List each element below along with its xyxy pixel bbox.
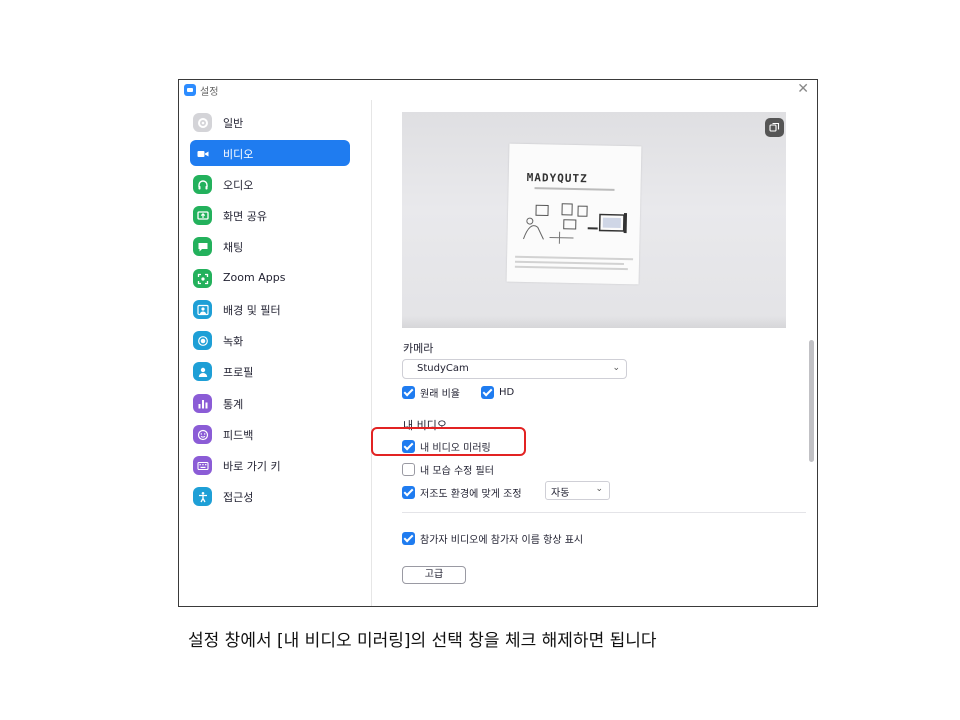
sidebar-item-label: Zoom Apps [223, 271, 286, 284]
sidebar-item-feedback[interactable]: 피드백 [190, 421, 350, 447]
profile-icon [193, 362, 212, 381]
sidebar-item-statistics[interactable]: 통계 [190, 390, 350, 416]
sidebar-item-label: 배경 및 필터 [223, 304, 281, 317]
paper-subtitle-line [534, 187, 615, 191]
sidebar-item-label: 바로 가기 키 [223, 460, 281, 473]
sidebar-item-accessibility[interactable]: 접근성 [190, 483, 350, 509]
hd-checkbox[interactable] [481, 386, 494, 399]
sidebar-item-label: 채팅 [223, 241, 244, 254]
zoom-app-icon [184, 84, 196, 96]
panel-scrollbar[interactable] [809, 340, 814, 462]
sidebar-item-label: 피드백 [223, 429, 254, 442]
sidebar-item-zoom-apps[interactable]: Zoom Apps [190, 265, 350, 291]
video-camera-icon [193, 144, 212, 163]
sidebar-item-label: 비디오 [223, 148, 254, 161]
preview-paper-sheet: MADYQUTZ [506, 143, 642, 285]
chevron-down-icon: ⌄ [612, 363, 620, 373]
sidebar-item-label: 일반 [223, 117, 244, 130]
close-icon[interactable]: ✕ [797, 81, 809, 97]
background-person-icon [193, 300, 212, 319]
settings-window: 설정 ✕ 일반 비디오 오디오 화면 공유 채팅 Zoom Apps 배경 및 … [178, 79, 818, 607]
low-light-mode-select[interactable]: 자동 ⌄ [545, 481, 610, 500]
sidebar-item-label: 화면 공유 [223, 210, 267, 223]
chevron-down-icon: ⌄ [595, 484, 603, 494]
feedback-smile-icon [193, 425, 212, 444]
video-settings-panel: MADYQUTZ 카메라 StudyCam ⌄ 원래 비율 HD 내 비디오 내… [373, 100, 817, 606]
low-light-checkbox[interactable] [402, 486, 415, 499]
advanced-button[interactable]: 고급 [402, 566, 466, 584]
sidebar-item-label: 녹화 [223, 335, 244, 348]
sidebar-item-screen-share[interactable]: 화면 공유 [190, 202, 350, 228]
low-light-label: 저조도 환경에 맞게 조정 [420, 489, 522, 500]
sidebar-item-label: 오디오 [223, 179, 254, 192]
title-bar: 설정 ✕ [179, 80, 817, 100]
keyboard-icon [193, 456, 212, 475]
low-light-mode-value: 자동 [551, 488, 570, 499]
sidebar-item-audio[interactable]: 오디오 [190, 171, 350, 197]
instruction-caption: 설정 창에서 [내 비디오 미러링]의 선택 창을 체크 해제하면 됩니다 [188, 631, 657, 651]
camera-select-value: StudyCam [417, 363, 469, 374]
sidebar-item-label: 접근성 [223, 491, 254, 504]
sidebar-item-chat[interactable]: 채팅 [190, 233, 350, 259]
settings-sidebar: 일반 비디오 오디오 화면 공유 채팅 Zoom Apps 배경 및 필터 녹화… [179, 100, 372, 606]
preview-bottom-shade [402, 316, 786, 328]
accessibility-icon [193, 487, 212, 506]
touch-up-label: 내 모습 수정 필터 [420, 466, 494, 477]
show-names-label: 참가자 비디오에 참가자 이름 항상 표시 [420, 535, 584, 546]
record-icon [193, 331, 212, 350]
headphones-icon [193, 175, 212, 194]
camera-section-title: 카메라 [403, 342, 434, 355]
paper-text-lines [514, 255, 634, 278]
sidebar-item-background-filters[interactable]: 배경 및 필터 [190, 296, 350, 322]
mirror-option-highlight-box [371, 427, 526, 456]
sidebar-item-label: 프로필 [223, 366, 254, 379]
sidebar-item-video[interactable]: 비디오 [190, 140, 350, 166]
sidebar-item-general[interactable]: 일반 [190, 109, 350, 135]
apps-icon [193, 269, 212, 288]
touch-up-checkbox[interactable] [402, 463, 415, 476]
camera-select[interactable]: StudyCam ⌄ [402, 359, 627, 379]
original-ratio-label: 원래 비율 [420, 389, 460, 400]
sidebar-item-label: 통계 [223, 398, 244, 411]
show-names-checkbox[interactable] [402, 532, 415, 545]
hd-label: HD [499, 387, 515, 398]
sidebar-item-recording[interactable]: 녹화 [190, 327, 350, 353]
window-title: 설정 [200, 87, 219, 98]
statistics-icon [193, 394, 212, 413]
camera-preview: MADYQUTZ [402, 112, 786, 328]
section-divider [402, 512, 806, 513]
sidebar-item-shortcuts[interactable]: 바로 가기 키 [190, 452, 350, 478]
original-ratio-checkbox[interactable] [402, 386, 415, 399]
paper-illustration [522, 203, 628, 244]
screen-share-icon [193, 206, 212, 225]
paper-logo-text: MADYQUTZ [526, 171, 588, 186]
sidebar-item-profile[interactable]: 프로필 [190, 358, 350, 384]
switch-camera-icon[interactable] [765, 118, 784, 137]
gear-icon [193, 113, 212, 132]
cut-off-option-row [402, 553, 592, 558]
chat-bubble-icon [193, 237, 212, 256]
